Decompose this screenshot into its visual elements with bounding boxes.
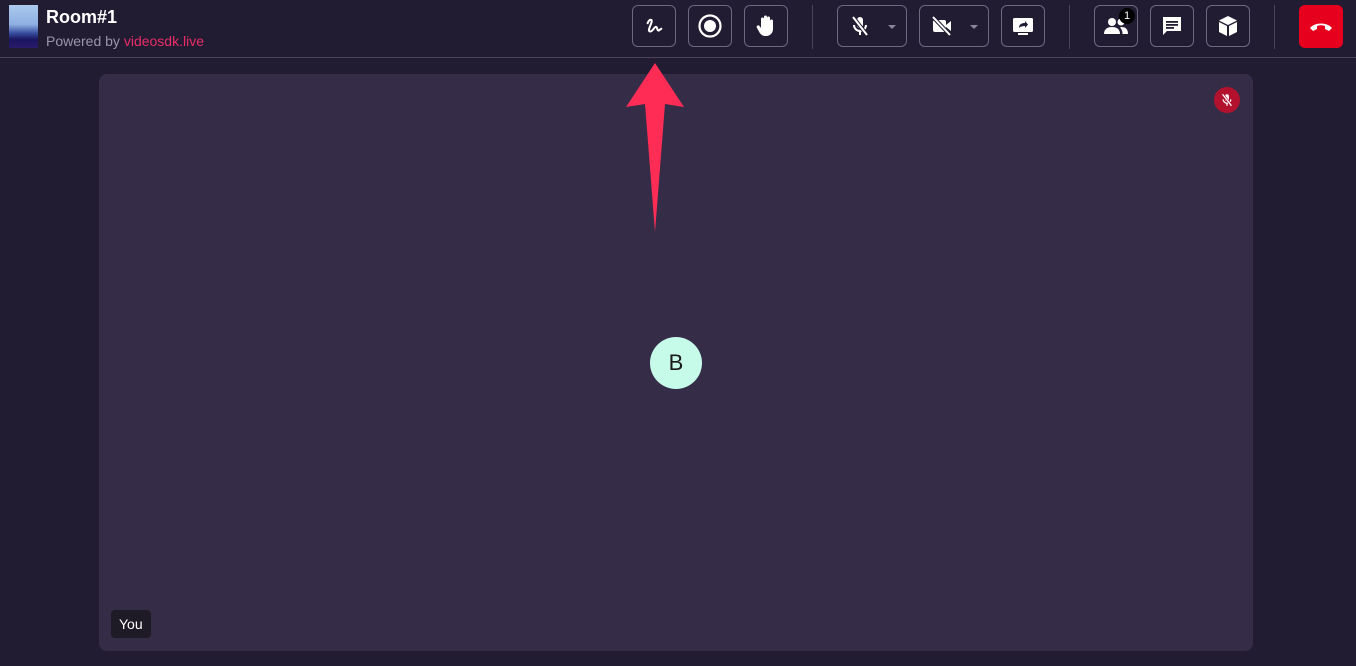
mic-muted-indicator [1214, 87, 1240, 113]
room-title: Room#1 [46, 7, 118, 27]
record-button[interactable] [688, 5, 732, 47]
participants-count-badge: 1 [1119, 8, 1135, 24]
mic-toggle-button[interactable] [837, 5, 907, 47]
more-options-button[interactable] [1206, 5, 1250, 47]
mic-options-chevron-down-icon[interactable] [888, 25, 896, 29]
powered-by-label: Powered by [46, 33, 120, 49]
participant-name-label: You [111, 610, 151, 638]
room-thumbnail [9, 5, 38, 48]
camera-options-chevron-down-icon[interactable] [970, 25, 978, 29]
toolbar-divider [1069, 5, 1070, 49]
mic-off-icon [851, 15, 869, 37]
whiteboard-squiggle-icon [646, 18, 663, 33]
avatar: B [650, 337, 702, 389]
end-call-icon [1310, 23, 1332, 31]
whiteboard-button[interactable] [632, 5, 676, 47]
chat-button[interactable] [1150, 5, 1194, 47]
video-off-icon [931, 16, 952, 36]
mic-off-icon [1221, 93, 1233, 107]
toolbar-divider [812, 5, 813, 49]
toolbar-divider [1274, 5, 1275, 49]
participants-button[interactable]: 1 [1094, 5, 1138, 47]
screen-share-button[interactable] [1001, 5, 1045, 47]
leave-meeting-button[interactable] [1299, 5, 1343, 48]
chat-icon [1163, 17, 1181, 35]
raise-hand-icon [756, 15, 773, 36]
annotation-arrow-icon [626, 63, 684, 232]
screen-share-icon [1013, 18, 1033, 35]
powered-by: Powered by videosdk.live [46, 33, 204, 49]
powered-by-link[interactable]: videosdk.live [124, 33, 204, 49]
cube-icon [1219, 16, 1237, 36]
top-bar: Room#1 Powered by videosdk.live 1 [0, 0, 1356, 58]
camera-toggle-button[interactable] [919, 5, 989, 47]
record-icon [698, 14, 722, 38]
raise-hand-button[interactable] [744, 5, 788, 47]
